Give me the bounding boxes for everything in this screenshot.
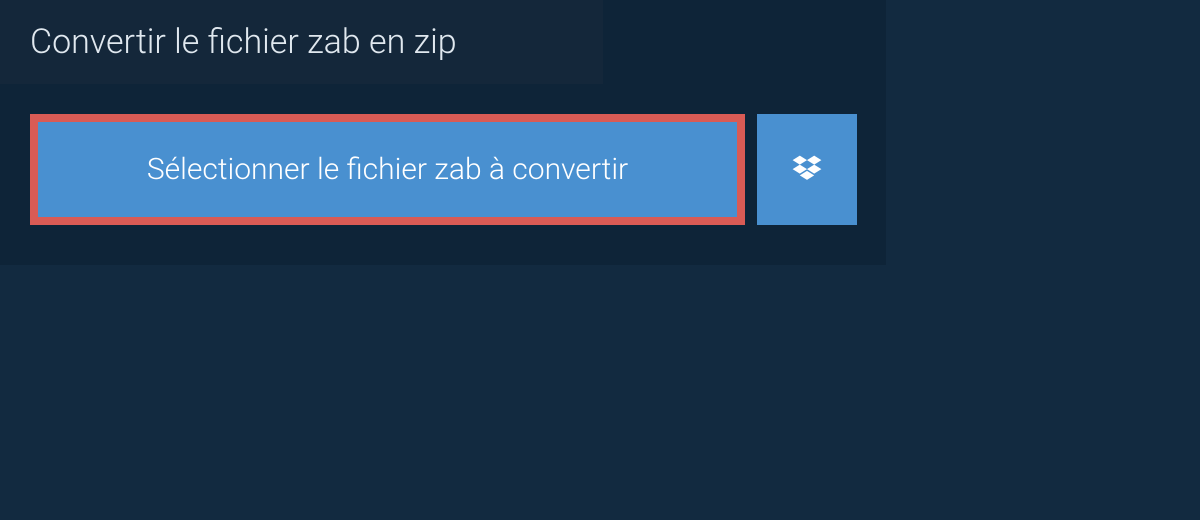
select-file-button[interactable]: Sélectionner le fichier zab à convertir — [30, 114, 745, 225]
select-file-label: Sélectionner le fichier zab à convertir — [147, 152, 628, 187]
dropbox-icon — [789, 152, 825, 188]
dropbox-button[interactable] — [757, 114, 857, 225]
button-row: Sélectionner le fichier zab à convertir — [0, 84, 886, 225]
converter-panel: Convertir le fichier zab en zip Sélectio… — [0, 0, 886, 265]
page-title: Convertir le fichier zab en zip — [0, 0, 603, 84]
